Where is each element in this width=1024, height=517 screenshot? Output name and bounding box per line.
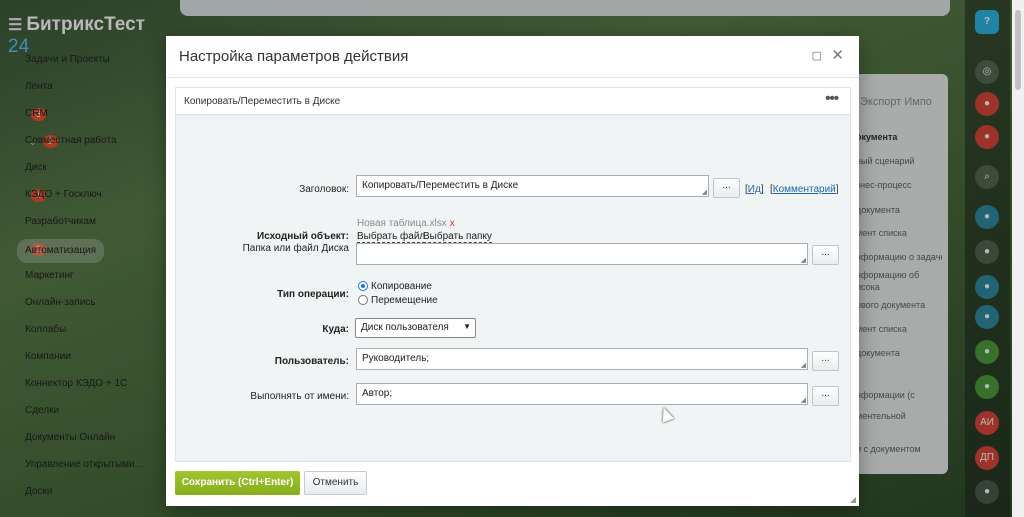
source-label: Исходный объект: [257, 231, 349, 242]
resize-handle-icon[interactable]: ◢ [801, 256, 806, 264]
title-input-value: Копировать/Переместить в Диске [362, 180, 519, 191]
action-block-header: Копировать/Переместить в Диске ••• [176, 88, 850, 115]
dialog-title: Настройка параметров действия [179, 48, 409, 65]
run-as-label: Выполнять от имени: [250, 391, 349, 402]
where-select-value: Диск пользователя [361, 322, 449, 333]
action-block: Копировать/Переместить в Диске ••• Загол… [175, 87, 851, 462]
choose-file-link[interactable]: Выбрать файл [357, 231, 426, 243]
radio-copy[interactable]: Копирование [358, 281, 432, 292]
id-link[interactable]: [Ид] [745, 184, 764, 195]
more-menu-icon[interactable]: ••• [825, 90, 839, 107]
page-scrollbar[interactable] [1012, 0, 1024, 517]
radio-move-label[interactable]: Перемещение [371, 295, 438, 306]
source-file-name[interactable]: Новая таблица.xlsx x [357, 218, 455, 229]
where-select[interactable]: Диск пользователя ▼ [355, 318, 476, 338]
radio-copy-dot[interactable] [358, 281, 368, 291]
source-dots-button[interactable]: ... [812, 245, 839, 265]
save-button[interactable]: Сохранить (Ctrl+Enter) [175, 471, 300, 495]
title-label: Заголовок: [299, 184, 349, 195]
chevron-down-icon[interactable]: ▼ [463, 322, 471, 331]
comment-link[interactable]: [Комментарий] [770, 184, 839, 195]
resize-handle-icon[interactable]: ◢ [801, 361, 806, 369]
run-as-input[interactable]: Автор; ◢ [356, 383, 808, 405]
resize-handle-icon[interactable]: ◢ [702, 188, 707, 196]
user-dots-button[interactable]: ... [812, 351, 839, 371]
user-input[interactable]: Руководитель; ◢ [356, 348, 808, 370]
source-sublabel: Папка или файл Диска [242, 243, 349, 254]
radio-move-dot[interactable] [358, 295, 368, 305]
maximize-icon[interactable]: ▢ [812, 49, 822, 62]
close-icon[interactable]: ✕ [831, 46, 844, 64]
remove-file-icon[interactable]: x [450, 218, 455, 229]
title-dots-button[interactable]: ... [713, 178, 740, 198]
source-input[interactable]: ◢ [356, 243, 808, 265]
cancel-button[interactable]: Отменить [304, 471, 367, 495]
user-label: Пользователь: [274, 356, 349, 367]
title-input[interactable]: Копировать/Переместить в Диске ◢ [356, 175, 709, 197]
id-link-text[interactable]: Ид [748, 184, 761, 195]
action-settings-dialog: Настройка параметров действия ▢ ✕ Копиро… [166, 36, 859, 506]
user-input-value: Руководитель; [362, 353, 430, 364]
resize-handle-icon[interactable]: ◢ [801, 396, 806, 404]
radio-move[interactable]: Перемещение [358, 295, 438, 306]
choose-folder-link[interactable]: Выбрать папку [423, 231, 492, 243]
scrollbar-thumb[interactable] [1015, 10, 1021, 90]
comment-link-text[interactable]: Комментарий [773, 184, 836, 195]
dialog-resize-icon[interactable]: ◢ [850, 495, 856, 504]
run-as-input-value: Автор; [362, 388, 393, 399]
where-label: Куда: [322, 324, 349, 335]
run-as-dots-button[interactable]: ... [812, 386, 839, 406]
action-block-title: Копировать/Переместить в Диске [184, 96, 341, 107]
radio-copy-label[interactable]: Копирование [371, 281, 432, 292]
operation-label: Тип операции: [277, 289, 349, 300]
dialog-titlebar[interactable]: Настройка параметров действия ▢ ✕ [166, 36, 859, 78]
source-file-name-text[interactable]: Новая таблица.xlsx [357, 218, 447, 229]
